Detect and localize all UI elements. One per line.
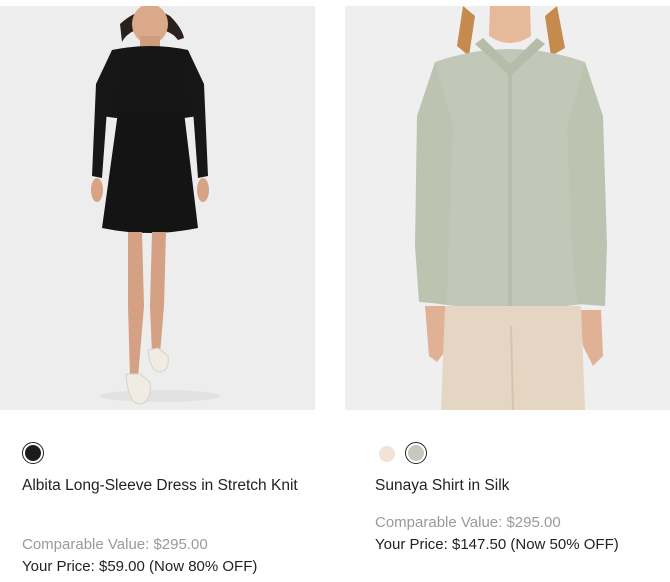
comparable-value: Comparable Value: $295.00 bbox=[375, 514, 561, 531]
product-image-dress[interactable] bbox=[0, 6, 315, 410]
swatch-color-dot bbox=[25, 445, 41, 461]
shirt-photo-icon bbox=[345, 6, 670, 410]
comparable-value: Comparable Value: $295.00 bbox=[22, 536, 208, 553]
color-swatch-sage[interactable] bbox=[405, 442, 427, 464]
product-image-shirt[interactable] bbox=[345, 6, 670, 410]
product-name[interactable]: Sunaya Shirt in Silk bbox=[375, 475, 655, 497]
color-swatches bbox=[375, 442, 427, 464]
color-swatch-blush[interactable] bbox=[375, 442, 397, 464]
product-name[interactable]: Albita Long-Sleeve Dress in Stretch Knit bbox=[22, 475, 302, 497]
swatch-color-dot bbox=[408, 445, 424, 461]
swatch-color-dot bbox=[379, 446, 395, 462]
your-price: Your Price: $147.50 (Now 50% OFF) bbox=[375, 536, 619, 553]
your-price: Your Price: $59.00 (Now 80% OFF) bbox=[22, 558, 258, 575]
color-swatch-black[interactable] bbox=[22, 442, 44, 464]
color-swatches bbox=[22, 442, 44, 464]
dress-photo-icon bbox=[0, 6, 315, 410]
